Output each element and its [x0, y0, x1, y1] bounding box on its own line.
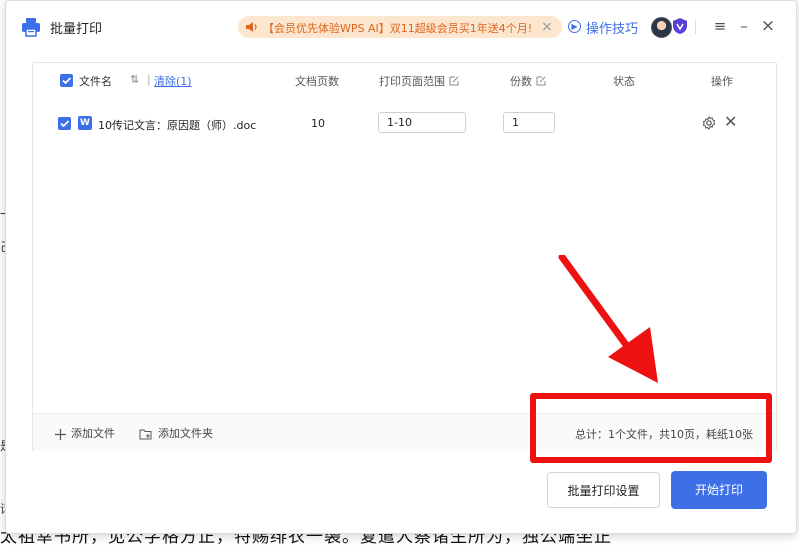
add-file-label: 添加文件: [71, 427, 115, 440]
batch-print-settings-button[interactable]: 批量打印设置: [547, 472, 660, 508]
promo-banner[interactable]: 【会员优先体验WPS AI】双11超级会员买1年送4个月! ×: [238, 16, 562, 38]
printer-icon: [22, 18, 40, 37]
table-header: 文件名 ⇅ | 清除(1) 文档页数 打印页面范围 份数 状态 操作: [33, 63, 776, 97]
annotation-highlight-box: [530, 393, 772, 463]
edit-icon[interactable]: [449, 76, 459, 86]
header-pages: 文档页数: [295, 75, 339, 88]
add-file-button[interactable]: 添加文件: [55, 425, 115, 441]
header-filename: 文件名: [79, 75, 112, 88]
copies-input[interactable]: 1: [503, 112, 555, 133]
vip-shield-icon[interactable]: [673, 18, 687, 34]
add-folder-button[interactable]: 添加文件夹: [139, 425, 213, 441]
file-name: 10传记文言：原因题（师）.doc: [98, 119, 257, 132]
page-range-input[interactable]: 1-10: [378, 112, 466, 133]
dialog-title: 批量打印: [50, 22, 103, 37]
header-status: 状态: [613, 75, 635, 88]
clear-link[interactable]: 清除(1): [154, 73, 192, 89]
annotation-arrow: [558, 255, 658, 383]
play-circle-icon: ▶: [568, 20, 581, 33]
edit-icon[interactable]: [536, 76, 546, 86]
checkmark-icon: [60, 120, 70, 128]
titlebar-divider: [695, 20, 696, 34]
header-page-range-label: 打印页面范围: [379, 75, 445, 88]
add-folder-label: 添加文件夹: [158, 427, 213, 440]
promo-text[interactable]: 【会员优先体验WPS AI】双11超级会员买1年送4个月!: [263, 20, 532, 36]
header-page-range: 打印页面范围: [379, 73, 459, 89]
remove-file-icon[interactable]: ✕: [724, 112, 737, 131]
header-copies: 份数: [510, 73, 546, 89]
margin-mark: 是: [0, 437, 12, 454]
start-print-button[interactable]: 开始打印: [671, 471, 767, 509]
sort-icon[interactable]: ⇅: [130, 73, 139, 86]
title-bar[interactable]: 批量打印 【会员优先体验WPS AI】双11超级会员买1年送4个月! × ▶ 操…: [6, 1, 796, 53]
table-row: W 10传记文言：原因题（师）.doc 10 1-10 1 ✕: [33, 109, 776, 137]
tips-link[interactable]: 操作技巧: [586, 18, 638, 37]
promo-close-button[interactable]: ×: [538, 18, 556, 36]
close-button[interactable]: ×: [757, 15, 779, 37]
speaker-icon: [246, 22, 257, 32]
header-actions: 操作: [711, 75, 733, 88]
margin-mark: 己: [0, 238, 12, 255]
word-doc-icon: W: [78, 116, 92, 130]
page-count: 10: [311, 117, 325, 130]
header-copies-label: 份数: [510, 75, 532, 88]
menu-button[interactable]: ≡: [709, 15, 731, 37]
header-divider: |: [147, 73, 151, 86]
row-checkbox[interactable]: [58, 117, 71, 130]
margin-mark: 一: [0, 205, 12, 222]
avatar[interactable]: [651, 17, 672, 38]
plus-icon: [55, 428, 66, 440]
folder-plus-icon: [139, 429, 152, 440]
checkmark-icon: [62, 77, 72, 85]
margin-mark: 话: [0, 500, 12, 517]
gear-icon[interactable]: [702, 116, 716, 130]
minimize-button[interactable]: –: [733, 15, 755, 37]
select-all-checkbox[interactable]: [60, 74, 73, 87]
